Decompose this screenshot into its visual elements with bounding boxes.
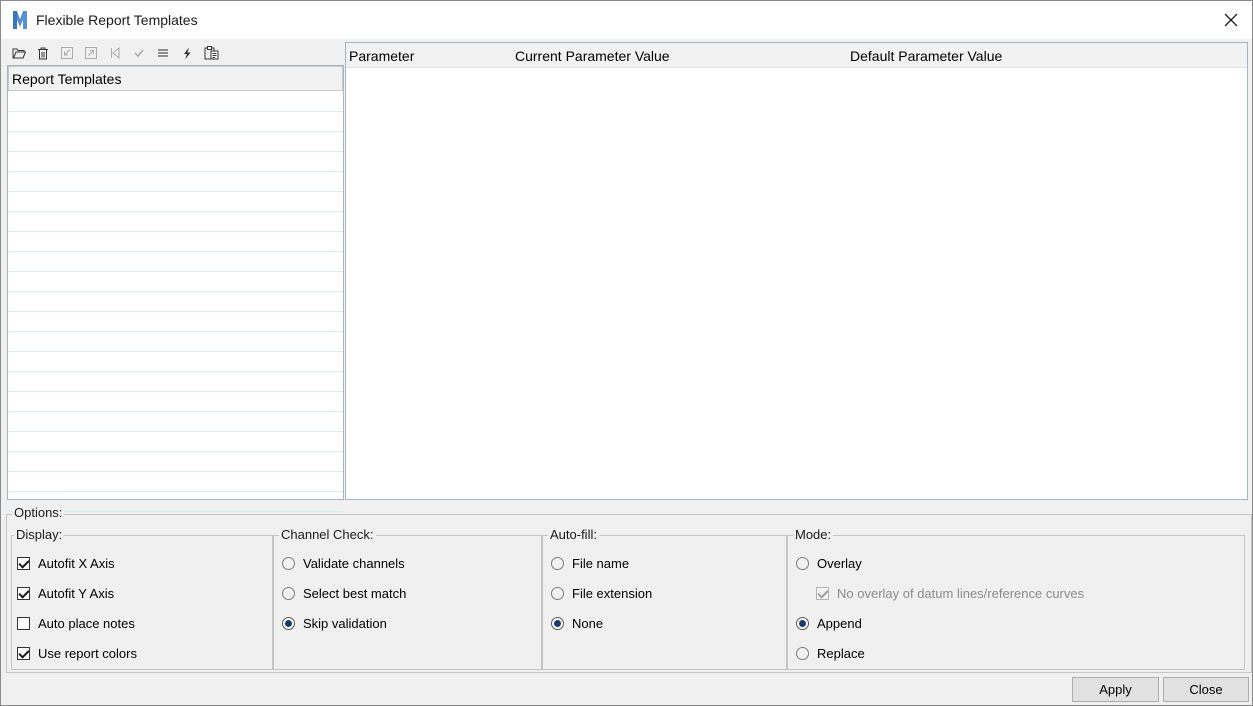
clipboard-icon[interactable] <box>199 43 223 63</box>
auto-fill-label: Auto-fill: <box>548 527 599 542</box>
file-name-label: File name <box>572 555 630 571</box>
list-item[interactable] <box>8 132 343 152</box>
list-item[interactable] <box>8 452 343 472</box>
parameters-table-header: Parameter Current Parameter Value Defaul… <box>346 43 1247 68</box>
title-bar: Flexible Report Templates <box>1 1 1252 39</box>
template-rows <box>8 92 343 512</box>
validate-channels-radio[interactable]: Validate channels <box>282 553 405 573</box>
append-radio[interactable]: Append <box>796 613 862 633</box>
delete-icon[interactable] <box>31 43 55 63</box>
none-label: None <box>572 615 604 631</box>
list-item[interactable] <box>8 392 343 412</box>
column-default-value[interactable]: Default Parameter Value <box>850 48 1002 64</box>
select-best-match-radio[interactable]: Select best match <box>282 583 406 603</box>
skip-validation-label: Skip validation <box>303 615 387 631</box>
replace-label: Replace <box>817 645 865 661</box>
no-overlay-checkbox: No overlay of datum lines/reference curv… <box>816 583 1084 603</box>
file-extension-dot[interactable] <box>551 586 564 600</box>
list-item[interactable] <box>8 432 343 452</box>
autofit-y-checkbox[interactable]: Autofit Y Axis <box>17 583 114 603</box>
close-icon[interactable] <box>1220 9 1242 31</box>
autofit-x-checkbox[interactable]: Autofit X Axis <box>17 553 115 573</box>
overlay-dot[interactable] <box>796 556 809 570</box>
autofit-y-box[interactable] <box>17 586 30 600</box>
close-button[interactable]: Close <box>1163 677 1249 702</box>
auto-place-notes-box[interactable] <box>17 616 30 630</box>
list-item[interactable] <box>8 232 343 252</box>
list-item[interactable] <box>8 472 343 492</box>
lightning-icon[interactable] <box>175 43 199 63</box>
list-item[interactable] <box>8 312 343 332</box>
apply-button[interactable]: Apply <box>1072 677 1159 702</box>
append-dot[interactable] <box>796 616 809 630</box>
autofit-y-label: Autofit Y Axis <box>38 585 115 601</box>
file-extension-radio[interactable]: File extension <box>551 583 652 603</box>
mode-label: Mode: <box>793 527 834 542</box>
list-item[interactable] <box>8 272 343 292</box>
open-folder-icon[interactable] <box>7 43 31 63</box>
replace-radio[interactable]: Replace <box>796 643 865 663</box>
list-item[interactable] <box>8 352 343 372</box>
column-parameter[interactable]: Parameter <box>349 48 414 64</box>
overlay-label: Overlay <box>817 555 862 571</box>
auto-place-notes-label: Auto place notes <box>38 615 135 631</box>
no-overlay-box <box>816 586 829 600</box>
overlay-radio[interactable]: Overlay <box>796 553 862 573</box>
list-item[interactable] <box>8 372 343 392</box>
autofit-x-box[interactable] <box>17 556 30 570</box>
none-dot[interactable] <box>551 616 564 630</box>
autofit-x-label: Autofit X Axis <box>38 555 115 571</box>
first-icon[interactable] <box>103 43 127 63</box>
channel-check-label: Channel Check: <box>279 527 376 542</box>
parameters-table[interactable]: Parameter Current Parameter Value Defaul… <box>345 42 1248 500</box>
window-title: Flexible Report Templates <box>36 12 198 28</box>
file-name-radio[interactable]: File name <box>551 553 629 573</box>
no-overlay-label: No overlay of datum lines/reference curv… <box>837 585 1085 601</box>
list-item[interactable] <box>8 212 343 232</box>
select-best-match-dot[interactable] <box>282 586 295 600</box>
validate-channels-dot[interactable] <box>282 556 295 570</box>
list-item[interactable] <box>8 292 343 312</box>
list-item[interactable] <box>8 252 343 272</box>
select-best-match-label: Select best match <box>303 585 407 601</box>
validate-channels-label: Validate channels <box>303 555 405 571</box>
list-item[interactable] <box>8 332 343 352</box>
replace-dot[interactable] <box>796 646 809 660</box>
list-item[interactable] <box>8 92 343 112</box>
use-report-colors-box[interactable] <box>17 646 30 660</box>
append-label: Append <box>817 615 862 631</box>
display-label: Display: <box>14 527 65 542</box>
list-item[interactable] <box>8 112 343 132</box>
list-item[interactable] <box>8 152 343 172</box>
check-icon[interactable] <box>127 43 151 63</box>
app-logo-icon <box>12 10 28 30</box>
auto-place-notes-checkbox[interactable]: Auto place notes <box>17 613 135 633</box>
options-label: Options: <box>12 505 65 520</box>
use-report-colors-label: Use report colors <box>38 645 137 661</box>
skip-validation-dot[interactable] <box>282 616 295 630</box>
none-radio[interactable]: None <box>551 613 603 633</box>
file-name-dot[interactable] <box>551 556 564 570</box>
list-item[interactable] <box>8 412 343 432</box>
file-extension-label: File extension <box>572 585 653 601</box>
import-icon[interactable] <box>55 43 79 63</box>
list-icon[interactable] <box>151 43 175 63</box>
skip-validation-radio[interactable]: Skip validation <box>282 613 387 633</box>
toolbar <box>7 43 343 63</box>
list-item[interactable] <box>8 192 343 212</box>
use-report-colors-checkbox[interactable]: Use report colors <box>17 643 137 663</box>
report-templates-list[interactable]: Report Templates <box>7 65 344 512</box>
report-templates-header[interactable]: Report Templates <box>8 66 343 91</box>
column-current-value[interactable]: Current Parameter Value <box>515 48 670 64</box>
export-icon[interactable] <box>79 43 103 63</box>
list-item[interactable] <box>8 172 343 192</box>
